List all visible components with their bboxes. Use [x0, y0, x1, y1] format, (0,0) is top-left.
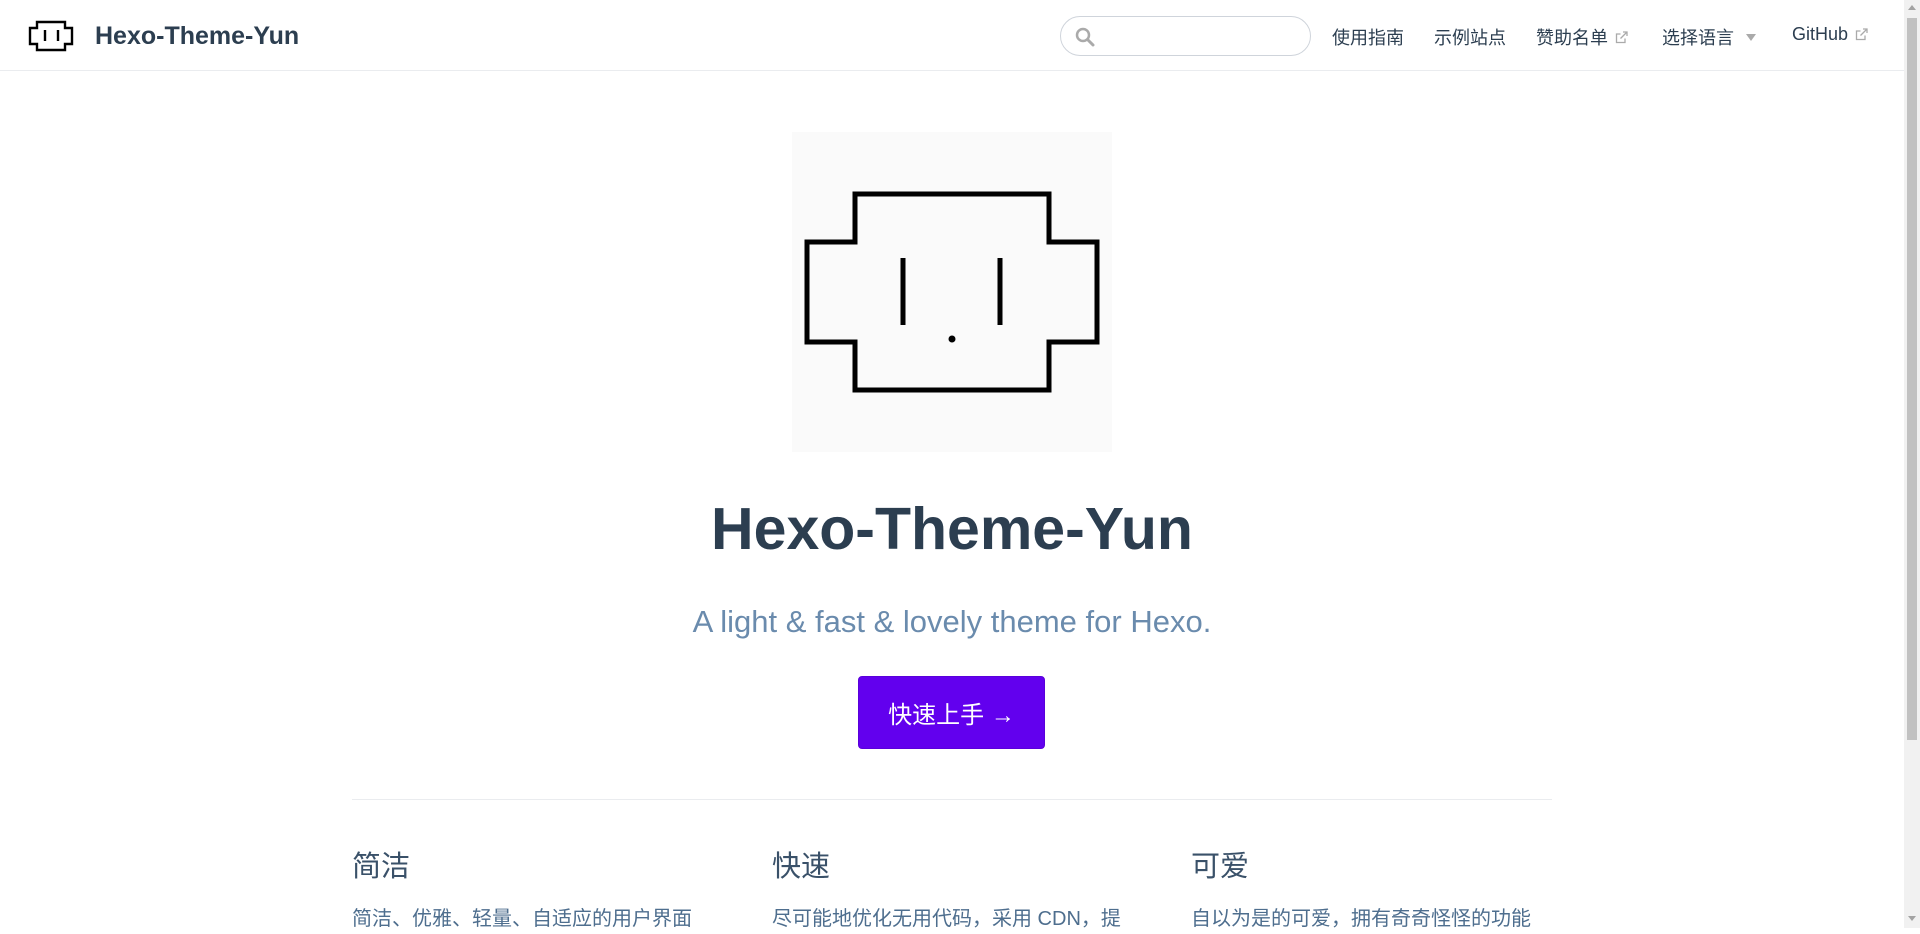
divider [352, 799, 1552, 800]
feature-card: 快速 尽可能地优化无用代码，采用 CDN，提 [772, 845, 1121, 934]
nav-link-label: 赞助名单 [1536, 28, 1608, 48]
navbar: Hexo-Theme-Yun 使用指南 示例站点 赞助名单 选择语言 GitHu… [0, 0, 1904, 71]
yun-cloud-face-logo-icon [804, 191, 1100, 393]
feature-details: 尽可能地优化无用代码，采用 CDN，提 [772, 908, 1121, 930]
feature-card: 简洁 简洁、优雅、轻量、自适应的用户界面 [352, 845, 692, 934]
caret-down-icon [1746, 33, 1756, 41]
get-started-button[interactable]: 快速上手 → [858, 676, 1045, 749]
feature-title: 快速 [772, 851, 831, 883]
yun-logo-icon[interactable] [28, 20, 74, 52]
feature-details: 简洁、优雅、轻量、自适应的用户界面 [352, 908, 692, 930]
nav-link-demo-sites[interactable]: 示例站点 [1434, 24, 1506, 50]
language-dropdown[interactable]: 选择语言 [1662, 24, 1756, 50]
search-box[interactable] [1060, 16, 1311, 56]
search-input[interactable] [1103, 23, 1303, 51]
nav-link-sponsors[interactable]: 赞助名单 [1536, 24, 1628, 50]
feature-title: 可爱 [1191, 851, 1250, 883]
nav-link-label: 示例站点 [1434, 28, 1506, 48]
nav-link-github[interactable]: GitHub [1792, 24, 1868, 45]
nav-link-guide[interactable]: 使用指南 [1332, 24, 1404, 50]
scroll-up-arrow-icon[interactable] [1908, 5, 1916, 10]
external-link-icon [1615, 30, 1628, 43]
hero-description: A light & fast & lovely theme for Hexo. [692, 604, 1212, 639]
scrollbar-thumb[interactable] [1907, 18, 1917, 740]
hero-title: Hexo-Theme-Yun [711, 496, 1193, 562]
nav-link-label: GitHub [1792, 24, 1849, 44]
hero-image [792, 132, 1112, 452]
site-title[interactable]: Hexo-Theme-Yun [95, 22, 299, 51]
scrollbar[interactable] [1904, 0, 1920, 928]
external-link-icon [1855, 28, 1868, 41]
nav-link-label: 选择语言 [1662, 28, 1734, 48]
feature-title: 简洁 [352, 851, 411, 883]
search-icon [1075, 27, 1095, 47]
feature-details: 自以为是的可爱，拥有奇奇怪怪的功能 [1191, 908, 1531, 930]
feature-card: 可爱 自以为是的可爱，拥有奇奇怪怪的功能 [1191, 845, 1531, 934]
scroll-down-arrow-icon[interactable] [1908, 916, 1916, 921]
nav-link-label: 使用指南 [1332, 28, 1404, 48]
